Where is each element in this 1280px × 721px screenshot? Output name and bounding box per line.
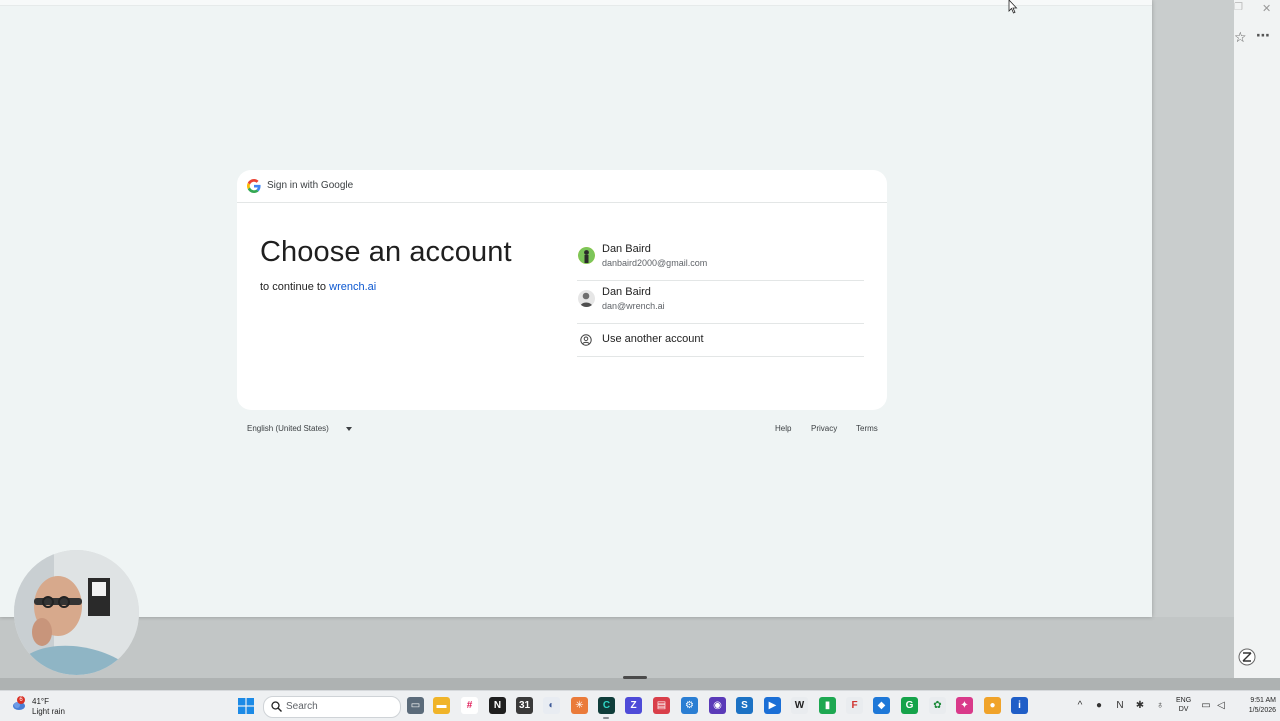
grammarly-icon[interactable]: G [901,697,918,714]
app-green-icon[interactable]: ▮ [819,697,836,714]
account-row[interactable]: Dan Baird danbaird2000@gmail.com [577,237,864,281]
continue-prefix: to continue to [260,281,327,293]
app-purple-icon[interactable]: ◉ [709,697,726,714]
active-app-indicator [603,717,609,719]
app-red-icon[interactable]: ▤ [653,697,670,714]
system-tray: ^ ● N ✱ ♁ ENG DV ▭ ◁ 9:51 AM 1/5/2026 [1072,691,1280,721]
search-icon [271,701,282,712]
card-header-title: Sign in with Google [267,180,354,191]
avatar [578,247,595,264]
claude-icon[interactable]: ✳ [571,697,588,714]
card-header: Sign in with Google [237,170,887,203]
popup-title-bar [0,0,1152,6]
restore-icon[interactable]: ❐ [1234,2,1243,13]
app-s-icon[interactable]: S [736,697,753,714]
tray-slack-icon[interactable]: ✱ [1134,700,1146,712]
app-circle-icon[interactable]: i [1011,697,1028,714]
taskbar: 6 41°F Light rain Search ▭ ▬ # N 31 ◐ ✳ … [0,690,1280,721]
close-icon[interactable]: ✕ [1262,2,1271,15]
use-another-account-label: Use another account [602,333,704,345]
more-icon[interactable]: ⋯ [1256,27,1270,44]
weather-temp: 41°F [32,697,49,706]
weather-condition: Light rain [32,707,65,716]
app-f-icon[interactable]: F [846,697,863,714]
clock-date: 1/5/2026 [1248,707,1276,714]
account-email: danbaird2000@gmail.com [602,258,708,268]
tray-app-icon[interactable]: ● [1093,700,1105,712]
account-name: Dan Baird [602,286,651,298]
language-select[interactable]: English (United States) [247,424,329,433]
use-another-account-button[interactable]: Use another account [577,324,864,357]
settings-icon[interactable]: ⚙ [681,697,698,714]
volume-icon[interactable]: ◁ [1215,700,1227,712]
background-browser-toolbar: ❐ ✕ ☆ ⋯ [1234,0,1280,690]
webcam-overlay [14,550,139,675]
account-email: dan@wrench.ai [602,301,665,311]
account-chooser-card: Sign in with Google Choose an account to… [237,170,887,410]
task-view-icon[interactable]: ▭ [407,697,424,714]
app-w-icon[interactable]: W [791,697,808,714]
help-link[interactable]: Help [775,424,791,433]
continue-to-line: to continue to wrench.ai [260,281,376,293]
google-signin-popup: Sign in with Google Choose an account to… [0,0,1152,617]
app-blue-icon[interactable]: ◆ [873,697,890,714]
search-placeholder: Search [286,701,318,712]
notion-icon[interactable]: N [489,697,506,714]
background-content-strip [1152,0,1234,678]
slack-icon[interactable]: # [461,697,478,714]
background-bottom-area [0,617,1234,678]
app-pink-icon[interactable]: ✦ [956,697,973,714]
lang-line1: ENG [1176,697,1192,704]
star-icon[interactable]: ☆ [1234,29,1247,46]
app-flag-icon[interactable]: ▶ [764,697,781,714]
account-circle-icon [580,334,592,346]
windows-start-icon[interactable] [238,698,254,714]
network-icon[interactable]: ▭ [1200,700,1212,712]
microphone-icon[interactable]: ♁ [1154,700,1166,712]
page-title: Choose an account [260,236,512,268]
terms-link[interactable]: Terms [856,424,878,433]
calendar-icon[interactable]: 31 [516,697,533,714]
clock[interactable]: 9:51 AM 1/5/2026 [1236,696,1276,716]
chevron-up-icon[interactable]: ^ [1074,700,1086,712]
site-link[interactable]: wrench.ai [329,281,376,293]
google-g-icon [247,179,261,193]
account-row[interactable]: Dan Baird dan@wrench.ai [577,280,864,324]
weather-badge: 6 [17,696,25,704]
browser-icon[interactable]: C [598,697,615,714]
caret-down-icon[interactable] [346,427,352,431]
tray-notion-icon[interactable]: N [1114,700,1126,712]
account-name: Dan Baird [602,243,651,255]
zendesk-icon[interactable] [1238,648,1256,666]
input-language[interactable]: ENG DV [1176,696,1191,714]
scroll-handle[interactable] [623,676,647,679]
weather-widget[interactable]: 6 41°F Light rain [10,695,70,717]
app-swirl-icon[interactable]: ✿ [929,697,946,714]
power-icon[interactable]: ◐ [543,697,560,714]
file-explorer-icon[interactable]: ▬ [433,697,450,714]
lang-line2: DV [1178,706,1189,713]
app-z-icon[interactable]: Z [625,697,642,714]
clock-time: 9:51 AM [1250,697,1276,704]
background-bottom-bar [0,678,1280,690]
mouse-cursor-icon [1008,0,1018,14]
avatar [578,290,595,307]
taskbar-search-box[interactable]: Search [263,696,401,718]
app-orange-icon[interactable]: ● [984,697,1001,714]
privacy-link[interactable]: Privacy [811,424,837,433]
